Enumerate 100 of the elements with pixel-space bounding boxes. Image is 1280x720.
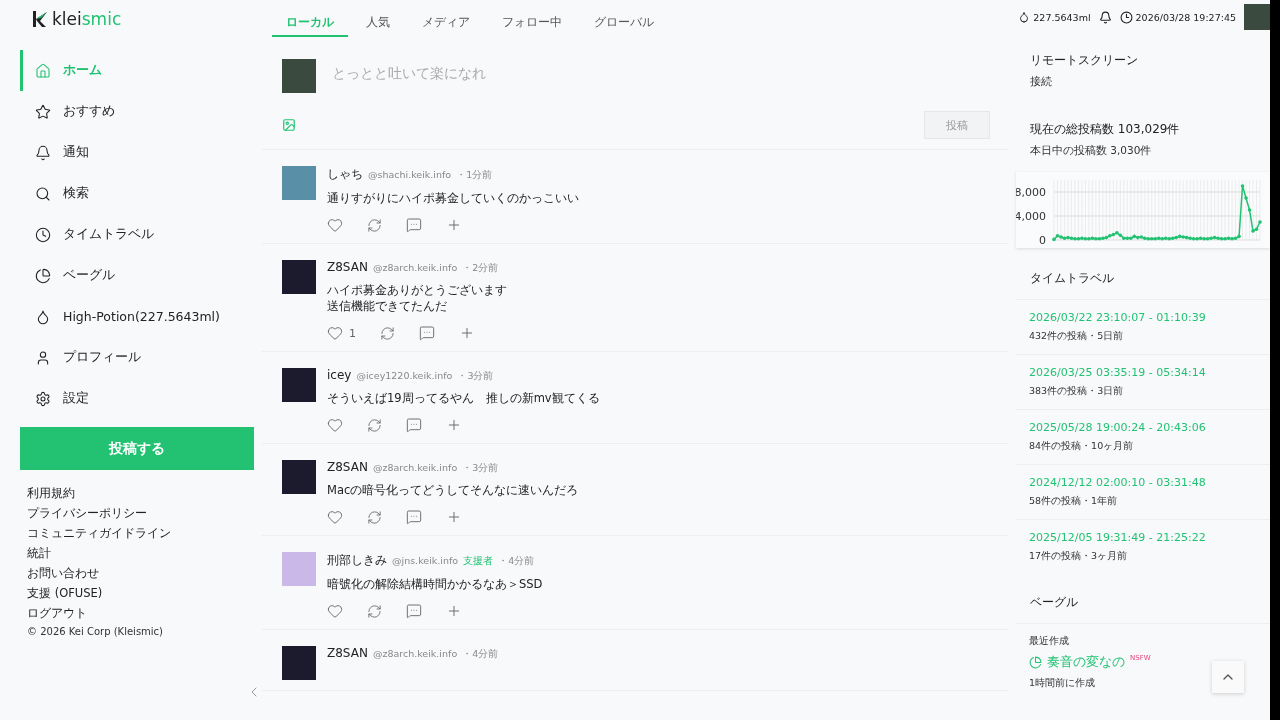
post-time: ・1分前 [456, 169, 493, 182]
section-title: 現在の総投稿数 103,029件 [1030, 121, 1181, 138]
post-text: 暗號化の解除結構時間かかるなあ＞SSD [327, 576, 543, 592]
image-icon[interactable] [282, 118, 296, 132]
like-button[interactable] [327, 417, 343, 433]
person-icon [35, 349, 51, 366]
time-range-meta: 383件の投稿・3日前 [1029, 385, 1125, 398]
like-button[interactable] [327, 603, 343, 619]
nav-item[interactable]: 通知 [20, 132, 254, 173]
nav-item[interactable]: High-Potion(227.5643ml) [20, 296, 254, 337]
footer-link[interactable]: コミュニティガイドライン [27, 526, 254, 541]
post-time: ・2分前 [462, 262, 499, 275]
recent-label: 最近作成 [1029, 635, 1070, 648]
post-text: Macの暗号化ってどうしてそんなに速いんだろ [327, 482, 579, 498]
user-name[interactable]: Z8SAN [327, 460, 368, 474]
post-time: ・3分前 [462, 462, 499, 475]
avatar [282, 646, 316, 680]
post-text: 通りすがりにハイポ募金していくのかっこいい [327, 190, 579, 206]
data-point [1258, 220, 1262, 224]
nav-item[interactable]: ベーグル [20, 255, 254, 296]
reply-button[interactable] [406, 603, 422, 619]
repost-button[interactable] [367, 217, 382, 233]
time-range-meta: 17件の投稿・3ヶ月前 [1029, 550, 1129, 563]
nav-item[interactable]: タイムトラベル [20, 214, 254, 255]
repost-button[interactable] [367, 509, 382, 525]
timeline-tab[interactable]: 人気 [352, 10, 404, 37]
connection-status[interactable]: 接続 [1030, 75, 1258, 89]
footer-link[interactable]: お問い合わせ [27, 566, 254, 581]
bell-icon[interactable] [1098, 10, 1112, 24]
timeline-tab[interactable]: メディア [408, 10, 484, 37]
footer-link[interactable]: 利用規約 [27, 486, 254, 501]
more-button[interactable] [446, 509, 462, 525]
avatar [282, 368, 316, 402]
repost-button[interactable] [380, 325, 395, 341]
timeline-tab[interactable]: フォロー中 [488, 10, 576, 37]
repost-button[interactable] [367, 603, 382, 619]
nav-item[interactable]: 検索 [20, 173, 254, 214]
user-name[interactable]: icey [327, 368, 352, 382]
reply-button[interactable] [419, 325, 435, 341]
user-name[interactable]: しゃち [327, 166, 363, 183]
like-button[interactable]: 1 [327, 325, 356, 341]
copyright-text: © 2026 Kei Corp (Kleismic) [27, 626, 164, 637]
section-title: リモートスクリーン [1030, 52, 1139, 69]
avatar [282, 460, 316, 494]
reply-button[interactable] [406, 217, 422, 233]
time-range-meta: 58件の投稿・1年前 [1029, 495, 1119, 508]
nav-item[interactable]: 設定 [20, 378, 254, 419]
like-button[interactable] [327, 509, 343, 525]
nav-item[interactable]: おすすめ [20, 91, 254, 132]
potion-indicator[interactable]: 227.5643ml [1018, 11, 1091, 23]
user-handle: @z8arch.keik.info [372, 262, 458, 273]
logo[interactable]: kleismic [32, 8, 254, 30]
bell-icon [35, 144, 51, 161]
more-button[interactable] [446, 417, 462, 433]
data-point [1240, 184, 1245, 188]
compose-field[interactable]: とっとと吐いて楽になれ [330, 59, 990, 82]
datetime-indicator[interactable]: 2026/03/28 19:27:45 [1119, 10, 1236, 24]
stats-subtitle: 本日中の投稿数 3,030件 [1030, 144, 1153, 158]
user-name[interactable]: Z8SAN [327, 260, 368, 274]
footer-link[interactable]: 支援 (OFUSE) [27, 586, 254, 601]
axis-tick-label: 8,000 [1016, 186, 1046, 199]
created-time: 1時間前に作成 [1029, 677, 1097, 690]
user-handle: @jns.keik.info [392, 555, 459, 566]
timeline-tab[interactable]: グローバル [580, 10, 668, 37]
star-icon [35, 103, 51, 120]
reply-button[interactable] [406, 417, 422, 433]
axis-tick-label: 0 [1039, 234, 1046, 247]
section-title: ベーグル [1030, 594, 1079, 611]
post-time: ・3分前 [457, 370, 494, 383]
section-title: タイムトラベル [1030, 270, 1115, 287]
footer-link[interactable]: プライバシーポリシー [27, 506, 254, 521]
logo-mark-icon [32, 10, 48, 28]
user-handle: @z8arch.keik.info [372, 648, 458, 659]
like-button[interactable] [327, 217, 343, 233]
logo-text: kleismic [52, 9, 122, 29]
footer-link[interactable]: ログアウト [27, 606, 254, 621]
more-button[interactable] [446, 603, 462, 619]
more-button[interactable] [459, 325, 475, 341]
settings-icon [35, 390, 51, 407]
footer-link[interactable]: 統計 [27, 546, 254, 561]
avatar [282, 552, 316, 586]
post-text: ハイポ募金ありがとうございます 送信機能できてたんだ [327, 282, 507, 314]
reply-button[interactable] [406, 509, 422, 525]
user-name[interactable]: Z8SAN [327, 646, 368, 660]
repost-button[interactable] [367, 417, 382, 433]
nav-item[interactable]: プロフィール [20, 337, 254, 378]
scroll-top-button[interactable] [1212, 661, 1244, 693]
user-handle: @z8arch.keik.info [372, 462, 458, 473]
time-range-meta: 432件の投稿・5日前 [1029, 330, 1125, 343]
user-handle: @icey1220.keik.info [356, 370, 453, 381]
search-icon [35, 185, 51, 202]
time-range-meta: 84件の投稿・10ヶ月前 [1029, 440, 1135, 453]
avatar [282, 166, 316, 200]
avatar [282, 260, 316, 294]
supporter-label: 支援者 [463, 555, 494, 568]
user-name[interactable]: 刑部しきみ [327, 552, 387, 569]
post-text: そういえば19周ってるやん 推しの新mv観てくる [327, 390, 600, 406]
post-time: ・4分前 [498, 555, 535, 568]
more-button[interactable] [446, 217, 462, 233]
droplet-icon [35, 308, 51, 325]
